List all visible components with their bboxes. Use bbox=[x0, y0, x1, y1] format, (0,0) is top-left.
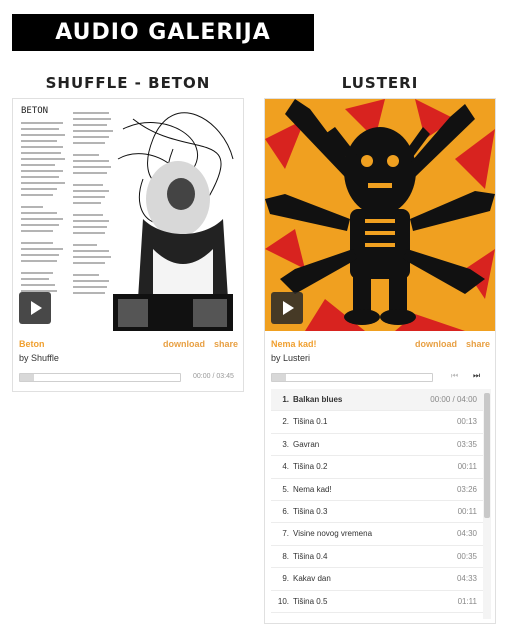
track-title: Tišina 0.2 bbox=[293, 462, 328, 472]
tracklist-row[interactable]: 2. Tišina 0.1 00:13 bbox=[271, 411, 491, 434]
current-track-beton: Beton bbox=[19, 339, 45, 349]
download-link-lusteri[interactable]: download bbox=[415, 339, 457, 349]
track-duration: 00:35 bbox=[456, 551, 477, 561]
track-number: 5. bbox=[282, 484, 289, 494]
track-number: 6. bbox=[282, 506, 289, 516]
track-title: Kakav dan bbox=[293, 574, 331, 584]
tracklist-row[interactable]: 7. Visine novog vremena 04:30 bbox=[271, 523, 491, 546]
tracklist-row[interactable]: 4. Tišina 0.2 00:11 bbox=[271, 456, 491, 479]
tracklist-row[interactable]: 9. Kakav dan 04:33 bbox=[271, 568, 491, 591]
tracklist: 1. Balkan blues 00:00 / 04:00 2. Tišina 0.1 0… bbox=[271, 389, 491, 619]
play-button-lusteri[interactable] bbox=[271, 292, 303, 324]
track-duration: 03:35 bbox=[456, 439, 477, 449]
artist-lusteri: by Lusteri bbox=[271, 353, 311, 363]
share-link-beton[interactable]: share bbox=[214, 339, 238, 349]
time-display-beton: 00:00 / 03:45 bbox=[193, 373, 234, 380]
play-icon bbox=[283, 301, 294, 315]
track-title: Balkan blues bbox=[293, 395, 343, 404]
track-title: Tišina 0.4 bbox=[293, 551, 328, 561]
page-title: AUDIO GALERIJA bbox=[12, 14, 314, 51]
track-title: Nema kad! bbox=[293, 484, 332, 494]
track-title: Visine novog vremena bbox=[293, 529, 373, 539]
scrollbar-thumb[interactable] bbox=[484, 393, 490, 518]
track-duration: 04:33 bbox=[456, 574, 477, 584]
track-number: 2. bbox=[282, 417, 289, 427]
track-number: 7. bbox=[282, 529, 289, 539]
tracklist-row[interactable]: 8. Tišina 0.4 00:35 bbox=[271, 546, 491, 569]
progress-knob[interactable] bbox=[20, 374, 34, 381]
artist-shuffle: by Shuffle bbox=[19, 353, 59, 363]
track-number: 1. bbox=[282, 395, 289, 404]
next-track-icon[interactable]: ⏭ bbox=[473, 371, 480, 381]
track-duration: 03:26 bbox=[456, 484, 477, 494]
track-duration: 04:30 bbox=[456, 529, 477, 539]
track-title: Gavran bbox=[293, 439, 320, 449]
track-duration: 00:00 / 04:00 bbox=[430, 395, 477, 404]
download-link-beton[interactable]: download bbox=[163, 339, 205, 349]
tracklist-row[interactable]: 5. Nema kad! 03:26 bbox=[271, 479, 491, 501]
track-number: 9. bbox=[282, 574, 289, 584]
tracklist-scrollbar[interactable] bbox=[483, 389, 491, 619]
previous-track-icon[interactable]: ⏮ bbox=[451, 371, 458, 381]
album-title-shuffle: SHUFFLE - BETON bbox=[45, 74, 211, 92]
track-number: 10. bbox=[277, 596, 289, 606]
play-icon bbox=[31, 301, 42, 315]
progress-bar-lusteri[interactable] bbox=[271, 373, 433, 382]
track-duration: 00:11 bbox=[457, 462, 477, 472]
track-number: 8. bbox=[282, 551, 289, 561]
audio-player-shuffle: BETON Beton download share by Shuffle 00… bbox=[12, 98, 244, 392]
play-button-beton[interactable] bbox=[19, 292, 51, 324]
share-link-lusteri[interactable]: share bbox=[466, 339, 490, 349]
progress-knob[interactable] bbox=[272, 374, 286, 381]
track-title: Tišina 0.3 bbox=[293, 506, 328, 516]
tracklist-row[interactable]: 1. Balkan blues 00:00 / 04:00 bbox=[271, 389, 491, 412]
track-duration: 01:11 bbox=[457, 596, 477, 606]
progress-bar-beton[interactable] bbox=[19, 373, 181, 382]
album-title-lusteri: LUSTERI bbox=[341, 74, 419, 92]
tracklist-row[interactable]: 3. Gavran 03:35 bbox=[271, 434, 491, 457]
track-duration: 00:13 bbox=[456, 417, 477, 427]
track-title: Tišina 0.1 bbox=[293, 417, 328, 427]
album-cover-lusteri bbox=[265, 99, 495, 331]
album-cover-beton: BETON bbox=[13, 99, 243, 331]
tracklist-row[interactable]: 10. Tišina 0.5 01:11 bbox=[271, 591, 491, 613]
track-number: 3. bbox=[282, 439, 289, 449]
track-number: 4. bbox=[282, 462, 289, 472]
current-track-lusteri: Nema kad! bbox=[271, 339, 317, 349]
audio-player-lusteri: Nema kad! download share by Lusteri ⏮ ⏭ … bbox=[264, 98, 496, 624]
track-title: Tišina 0.5 bbox=[293, 596, 328, 606]
track-duration: 00:11 bbox=[457, 506, 477, 516]
tracklist-row[interactable]: 6. Tišina 0.3 00:11 bbox=[271, 501, 491, 524]
cover-lyrics-heading: BETON bbox=[21, 106, 48, 116]
